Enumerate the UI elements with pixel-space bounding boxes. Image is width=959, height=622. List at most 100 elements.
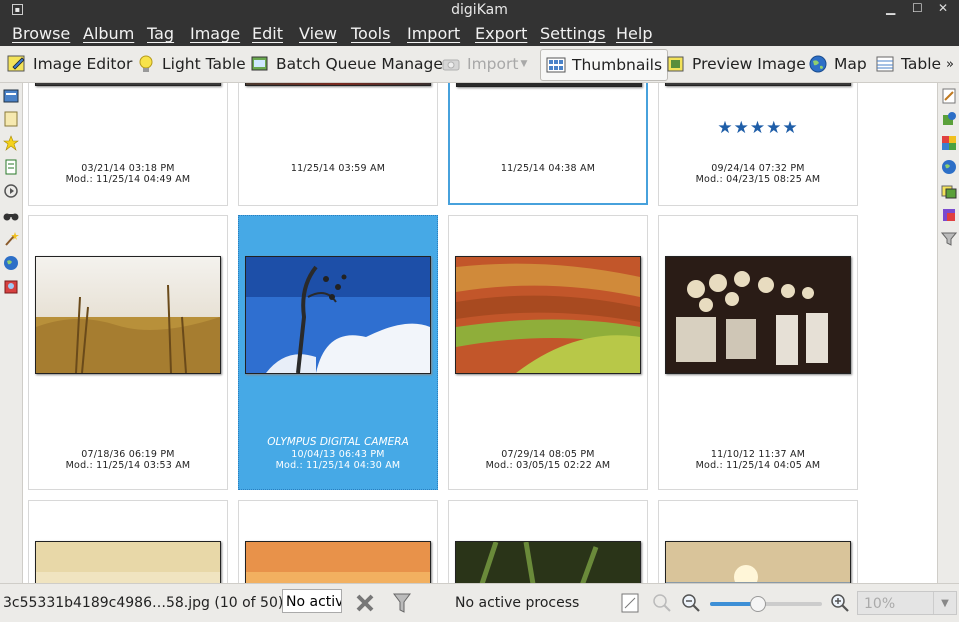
clear-filter-icon[interactable]	[354, 592, 376, 618]
thumbnail-image	[245, 256, 431, 374]
menu-album[interactable]: Album	[83, 24, 134, 43]
filter-funnel-icon[interactable]	[392, 592, 412, 618]
thumbnail-date: 11/25/14 04:38 AM	[500, 163, 596, 174]
thumbnail-date: 11/25/14 03:59 AM	[290, 163, 386, 174]
map-view-button[interactable]: Map	[808, 49, 867, 79]
image-editor-label: Image Editor	[33, 55, 133, 73]
thumbnail-item[interactable]: 07/29/14 08:05 PM Mod.: 03/05/15 02:22 A…	[448, 215, 648, 490]
menu-bar: Browse Album Tag Image Edit View Tools I…	[0, 20, 959, 46]
zoom-out-icon[interactable]	[681, 593, 701, 617]
thumbnail-image	[35, 83, 221, 86]
zoom-slider[interactable]	[710, 596, 822, 612]
batch-queue-manager-label: Batch Queue Manager	[276, 55, 450, 73]
fuzzy-search-binoculars-icon[interactable]	[3, 207, 19, 223]
filter-status-field[interactable]: No active filter	[282, 589, 342, 613]
light-table-label: Light Table	[162, 55, 246, 73]
thumbnail-item[interactable]	[448, 500, 648, 583]
star-tab-icon[interactable]	[3, 135, 19, 151]
versions-tab-icon[interactable]	[941, 183, 957, 199]
thumbnail-item[interactable]: 07/18/36 06:19 PM Mod.: 11/25/14 03:53 A…	[28, 215, 228, 490]
menu-import[interactable]: Import	[407, 24, 460, 43]
zoom-slider-handle[interactable]	[750, 596, 767, 612]
thumbnail-item[interactable]: 11/10/12 11:37 AM Mod.: 11/25/14 04:05 A…	[658, 215, 858, 490]
preview-mode-icon[interactable]	[620, 592, 640, 618]
thumbnail-image	[35, 256, 221, 374]
thumbnails-icon	[546, 55, 566, 75]
thumbnail-modified: Mod.: 03/05/15 02:22 AM	[485, 460, 611, 471]
thumbnail-date: 07/18/36 06:19 PM	[81, 449, 175, 460]
zoom-level-value: 10%	[864, 596, 896, 612]
menu-tag[interactable]: Tag	[147, 24, 174, 43]
import-button[interactable]: Import ▼	[441, 49, 527, 79]
thumbnail-modified: Mod.: 11/25/14 04:49 AM	[65, 174, 191, 185]
menu-browse[interactable]: Browse	[12, 24, 70, 43]
preview-image-button[interactable]: Preview Image	[666, 49, 806, 79]
toolbar-overflow-button[interactable]: »	[946, 49, 954, 79]
thumbnail-item[interactable]: ★★★★★ 09/24/14 07:32 PM Mod.: 04/23/15 0…	[658, 83, 858, 206]
image-editor-icon	[7, 54, 27, 74]
process-status: No active process	[455, 595, 580, 611]
chevron-down-icon: ▼	[520, 59, 528, 69]
menu-export[interactable]: Export	[475, 24, 527, 43]
thumbnail-item[interactable]	[28, 500, 228, 583]
thumbnail-image	[665, 256, 851, 374]
thumbnail-caption: OLYMPUS DIGITAL CAMERA	[267, 436, 409, 448]
close-icon[interactable]: ✕	[938, 1, 948, 15]
thumbnail-image	[665, 541, 851, 583]
title-bar: ▪ digiKam ▁ ☐ ✕	[0, 0, 959, 20]
table-view-button[interactable]: Table	[875, 49, 941, 79]
maximize-icon[interactable]: ☐	[912, 1, 923, 15]
filter-funnel-icon[interactable]	[940, 231, 958, 247]
search-tab-icon[interactable]	[3, 183, 19, 199]
thumbnails-view-button[interactable]: Thumbnails	[540, 49, 669, 81]
thumbnail-image	[245, 541, 431, 583]
wand-tab-icon[interactable]	[3, 231, 19, 247]
menu-view[interactable]: View	[299, 24, 337, 43]
thumbnail-image	[455, 256, 641, 374]
preview-image-icon	[666, 54, 686, 74]
thumbnail-grid[interactable]: 03/21/14 03:18 PM Mod.: 11/25/14 04:49 A…	[23, 83, 937, 583]
thumbnail-modified: Mod.: 11/25/14 03:53 AM	[65, 460, 191, 471]
properties-tab-icon[interactable]	[941, 88, 957, 104]
globe-icon	[808, 54, 828, 74]
thumbnails-label: Thumbnails	[572, 56, 663, 74]
batch-queue-manager-button[interactable]: Batch Queue Manager	[250, 49, 449, 79]
menu-edit[interactable]: Edit	[252, 24, 283, 43]
thumbnail-modified: Mod.: 11/25/14 04:05 AM	[695, 460, 821, 471]
thumbnail-date: 09/24/14 07:32 PM	[711, 163, 805, 174]
thumbnail-item-selected[interactable]: OLYMPUS DIGITAL CAMERA 10/04/13 06:43 PM…	[238, 215, 438, 490]
zoom-in-icon[interactable]	[830, 593, 850, 617]
left-sidebar	[0, 83, 23, 583]
people-tab-icon[interactable]	[3, 279, 19, 295]
light-table-button[interactable]: Light Table	[136, 49, 246, 79]
geolocation-globe-icon[interactable]	[941, 159, 957, 175]
tags-tab-icon[interactable]	[941, 207, 957, 223]
map-tab-globe-icon[interactable]	[3, 255, 19, 271]
menu-help[interactable]: Help	[616, 24, 652, 43]
minimize-icon[interactable]: ▁	[886, 1, 895, 15]
date-tab-icon[interactable]	[3, 111, 19, 127]
thumbnail-item[interactable]	[658, 500, 858, 583]
menu-tools[interactable]: Tools	[351, 24, 390, 43]
thumbnail-date: 11/10/12 11:37 AM	[710, 449, 806, 460]
thumbnail-date: 07/29/14 08:05 PM	[501, 449, 595, 460]
zoom-level-combo[interactable]: 10% ▼	[857, 591, 957, 615]
colors-tab-icon[interactable]	[941, 135, 957, 151]
zoom-100-icon[interactable]	[652, 593, 672, 617]
metadata-tab-icon[interactable]	[941, 111, 957, 127]
thumbnail-item[interactable]: 11/25/14 03:59 AM	[238, 83, 438, 206]
right-sidebar	[937, 83, 959, 583]
thumbnail-item[interactable]	[238, 500, 438, 583]
chevron-down-icon[interactable]: ▼	[933, 592, 956, 614]
thumbnail-image	[665, 83, 851, 86]
thumbnail-modified: Mod.: 11/25/14 04:30 AM	[275, 460, 401, 471]
albums-tab-icon[interactable]	[3, 88, 19, 104]
thumbnail-item[interactable]: 03/21/14 03:18 PM Mod.: 11/25/14 04:49 A…	[28, 83, 228, 206]
rating-stars: ★★★★★	[717, 118, 799, 138]
timeline-tab-icon[interactable]	[3, 159, 19, 175]
menu-settings[interactable]: Settings	[540, 24, 606, 43]
lightbulb-icon	[136, 54, 156, 74]
image-editor-button[interactable]: Image Editor	[7, 49, 132, 79]
thumbnail-item[interactable]: 11/25/14 04:38 AM	[448, 83, 648, 205]
menu-image[interactable]: Image	[190, 24, 240, 43]
